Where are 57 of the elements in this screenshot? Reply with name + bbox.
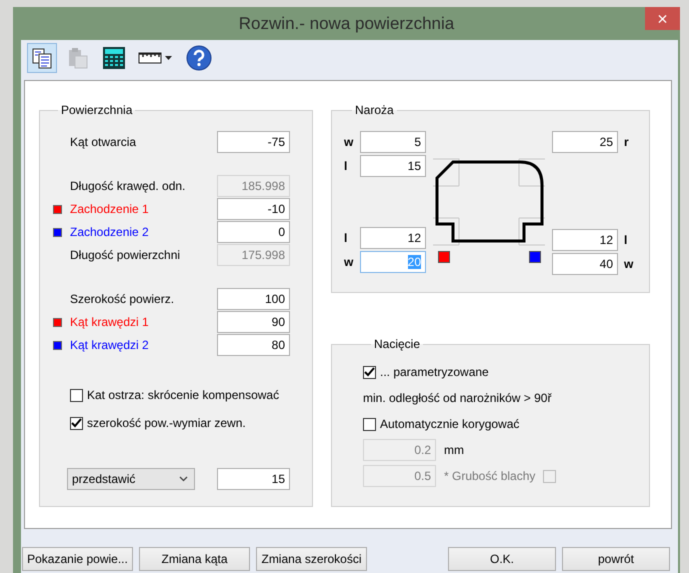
dialog-button[interactable]: powrót: [562, 547, 670, 571]
input-field[interactable]: 15: [360, 155, 426, 177]
field-label: w: [344, 255, 354, 269]
group-title: Naroża: [354, 103, 395, 117]
field-label: Kąt otwarcia: [70, 135, 138, 149]
info-text: min. odległość od narożników > 90ř: [363, 391, 552, 405]
clipboard-icon: [67, 47, 89, 69]
input-field[interactable]: 0: [217, 221, 290, 243]
field-label: Zachodzenie 1: [70, 202, 150, 216]
ruler-dropdown-icon: [138, 50, 174, 66]
field-label: r: [623, 135, 630, 149]
field-label: Zachodzenie 2: [70, 225, 150, 239]
checkbox-label: Automatycznie korygować: [380, 417, 520, 431]
input-field[interactable]: 25: [552, 131, 618, 153]
input-field[interactable]: -75: [217, 131, 290, 153]
field-label: l: [623, 233, 628, 247]
dialog-button[interactable]: Zmiana szerokości: [256, 547, 367, 571]
group-title: Nacięcie: [373, 337, 422, 351]
checkbox[interactable]: [363, 366, 376, 378]
dropdown[interactable]: przedstawić: [67, 468, 195, 490]
input-field[interactable]: 40: [552, 253, 618, 275]
checkbox[interactable]: [363, 418, 376, 430]
checkbox[interactable]: [70, 388, 83, 402]
close-button[interactable]: ×: [645, 7, 680, 30]
dialog-button[interactable]: O.K.: [448, 547, 556, 571]
field-label: Kąt krawędzi 2: [70, 338, 150, 352]
dialog-button[interactable]: Pokazanie powie...: [22, 547, 133, 571]
field-label: Kąt krawędzi 1: [70, 315, 150, 329]
unit-label: mm: [444, 443, 464, 457]
document-icon: [31, 47, 53, 69]
checkbox[interactable]: [70, 416, 83, 430]
group-title: Powierzchnia: [60, 103, 134, 117]
dialog-button[interactable]: Zmiana kąta: [139, 547, 250, 571]
input-field[interactable]: 12: [552, 229, 618, 251]
field-label: * Grubość blachy: [444, 469, 536, 483]
field-label: l: [344, 231, 348, 245]
chevron-down-icon: [179, 476, 188, 482]
input-field[interactable]: 100: [217, 288, 290, 310]
field-label: Długość krawęd. odn.: [70, 179, 186, 193]
checkbox-label: szerokość pow.-wymiar zewn.: [87, 416, 246, 430]
field-label: Szerokość powierz.: [70, 292, 176, 306]
input-field[interactable]: 90: [217, 311, 290, 333]
calculator-icon: [102, 46, 126, 70]
field-label: w: [344, 135, 354, 149]
toolbar-button[interactable]: [27, 43, 57, 73]
window-title: Rozwin.- nowa powierzchnia: [238, 14, 454, 34]
input-field[interactable]: 5: [360, 131, 426, 153]
field-label: Długość powierzchni: [70, 248, 182, 262]
input-field[interactable]: 80: [217, 334, 290, 356]
field-label: w: [623, 257, 634, 271]
input-field[interactable]: -10: [217, 198, 290, 220]
input-field[interactable]: 12: [360, 227, 426, 249]
help-icon: [186, 45, 212, 71]
input-field[interactable]: 15: [217, 468, 290, 490]
field-label: l: [344, 159, 348, 173]
checkbox-label: Kat ostrza: skrócenie kompensować: [87, 388, 280, 402]
checkbox-label: ... parametryzowane: [380, 365, 489, 379]
